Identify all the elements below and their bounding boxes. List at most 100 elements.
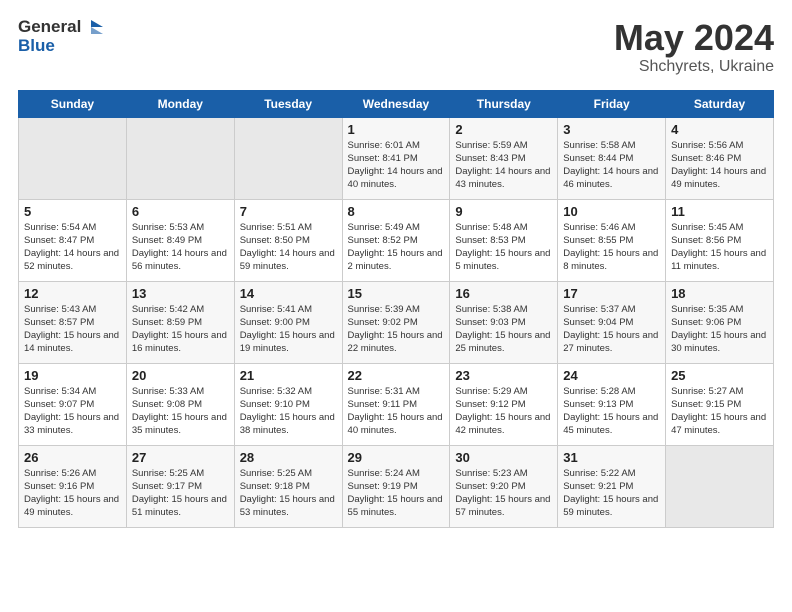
logo-bird-icon (83, 18, 103, 36)
header: General Blue May 2024 Shchyrets, Ukraine (18, 18, 774, 76)
day-info: Sunrise: 5:46 AMSunset: 8:55 PMDaylight:… (563, 221, 660, 274)
header-sunday: Sunday (19, 90, 127, 117)
day-info: Sunrise: 5:58 AMSunset: 8:44 PMDaylight:… (563, 139, 660, 192)
day-number: 3 (563, 122, 660, 137)
day-number: 25 (671, 368, 768, 383)
day-info: Sunrise: 5:32 AMSunset: 9:10 PMDaylight:… (240, 385, 337, 438)
day-info: Sunrise: 5:25 AMSunset: 9:18 PMDaylight:… (240, 467, 337, 520)
table-row: 31 Sunrise: 5:22 AMSunset: 9:21 PMDaylig… (558, 445, 666, 527)
day-number: 12 (24, 286, 121, 301)
day-number: 15 (348, 286, 445, 301)
day-number: 29 (348, 450, 445, 465)
title-block: May 2024 Shchyrets, Ukraine (614, 18, 774, 76)
day-number: 5 (24, 204, 121, 219)
day-info: Sunrise: 5:51 AMSunset: 8:50 PMDaylight:… (240, 221, 337, 274)
day-info: Sunrise: 5:59 AMSunset: 8:43 PMDaylight:… (455, 139, 552, 192)
day-info: Sunrise: 6:01 AMSunset: 8:41 PMDaylight:… (348, 139, 445, 192)
day-info: Sunrise: 5:39 AMSunset: 9:02 PMDaylight:… (348, 303, 445, 356)
day-number: 7 (240, 204, 337, 219)
day-info: Sunrise: 5:48 AMSunset: 8:53 PMDaylight:… (455, 221, 552, 274)
table-row: 6 Sunrise: 5:53 AMSunset: 8:49 PMDayligh… (126, 199, 234, 281)
day-info: Sunrise: 5:35 AMSunset: 9:06 PMDaylight:… (671, 303, 768, 356)
table-row: 12 Sunrise: 5:43 AMSunset: 8:57 PMDaylig… (19, 281, 127, 363)
day-number: 20 (132, 368, 229, 383)
page: General Blue May 2024 Shchyrets, Ukraine… (0, 0, 792, 538)
table-row (19, 117, 127, 199)
day-number: 11 (671, 204, 768, 219)
table-row: 8 Sunrise: 5:49 AMSunset: 8:52 PMDayligh… (342, 199, 450, 281)
header-wednesday: Wednesday (342, 90, 450, 117)
day-info: Sunrise: 5:38 AMSunset: 9:03 PMDaylight:… (455, 303, 552, 356)
day-info: Sunrise: 5:31 AMSunset: 9:11 PMDaylight:… (348, 385, 445, 438)
day-number: 17 (563, 286, 660, 301)
day-number: 6 (132, 204, 229, 219)
calendar-week-row: 12 Sunrise: 5:43 AMSunset: 8:57 PMDaylig… (19, 281, 774, 363)
table-row: 17 Sunrise: 5:37 AMSunset: 9:04 PMDaylig… (558, 281, 666, 363)
table-row (234, 117, 342, 199)
day-number: 27 (132, 450, 229, 465)
header-monday: Monday (126, 90, 234, 117)
table-row: 24 Sunrise: 5:28 AMSunset: 9:13 PMDaylig… (558, 363, 666, 445)
day-number: 30 (455, 450, 552, 465)
header-tuesday: Tuesday (234, 90, 342, 117)
day-info: Sunrise: 5:42 AMSunset: 8:59 PMDaylight:… (132, 303, 229, 356)
logo-blue: Blue (18, 37, 103, 56)
logo: General Blue (18, 18, 103, 55)
day-number: 14 (240, 286, 337, 301)
table-row (666, 445, 774, 527)
day-info: Sunrise: 5:24 AMSunset: 9:19 PMDaylight:… (348, 467, 445, 520)
table-row: 9 Sunrise: 5:48 AMSunset: 8:53 PMDayligh… (450, 199, 558, 281)
table-row: 29 Sunrise: 5:24 AMSunset: 9:19 PMDaylig… (342, 445, 450, 527)
day-number: 13 (132, 286, 229, 301)
day-info: Sunrise: 5:23 AMSunset: 9:20 PMDaylight:… (455, 467, 552, 520)
table-row: 10 Sunrise: 5:46 AMSunset: 8:55 PMDaylig… (558, 199, 666, 281)
day-number: 28 (240, 450, 337, 465)
table-row: 4 Sunrise: 5:56 AMSunset: 8:46 PMDayligh… (666, 117, 774, 199)
day-number: 26 (24, 450, 121, 465)
day-info: Sunrise: 5:29 AMSunset: 9:12 PMDaylight:… (455, 385, 552, 438)
day-number: 21 (240, 368, 337, 383)
day-number: 23 (455, 368, 552, 383)
day-number: 4 (671, 122, 768, 137)
day-number: 24 (563, 368, 660, 383)
day-info: Sunrise: 5:22 AMSunset: 9:21 PMDaylight:… (563, 467, 660, 520)
table-row: 28 Sunrise: 5:25 AMSunset: 9:18 PMDaylig… (234, 445, 342, 527)
day-number: 22 (348, 368, 445, 383)
day-number: 1 (348, 122, 445, 137)
day-number: 9 (455, 204, 552, 219)
calendar-week-row: 1 Sunrise: 6:01 AMSunset: 8:41 PMDayligh… (19, 117, 774, 199)
table-row: 20 Sunrise: 5:33 AMSunset: 9:08 PMDaylig… (126, 363, 234, 445)
day-number: 10 (563, 204, 660, 219)
month-year: May 2024 (614, 18, 774, 58)
header-saturday: Saturday (666, 90, 774, 117)
calendar-week-row: 19 Sunrise: 5:34 AMSunset: 9:07 PMDaylig… (19, 363, 774, 445)
table-row: 21 Sunrise: 5:32 AMSunset: 9:10 PMDaylig… (234, 363, 342, 445)
table-row: 7 Sunrise: 5:51 AMSunset: 8:50 PMDayligh… (234, 199, 342, 281)
table-row: 1 Sunrise: 6:01 AMSunset: 8:41 PMDayligh… (342, 117, 450, 199)
table-row: 15 Sunrise: 5:39 AMSunset: 9:02 PMDaylig… (342, 281, 450, 363)
day-info: Sunrise: 5:37 AMSunset: 9:04 PMDaylight:… (563, 303, 660, 356)
day-number: 2 (455, 122, 552, 137)
day-info: Sunrise: 5:43 AMSunset: 8:57 PMDaylight:… (24, 303, 121, 356)
table-row: 2 Sunrise: 5:59 AMSunset: 8:43 PMDayligh… (450, 117, 558, 199)
table-row: 27 Sunrise: 5:25 AMSunset: 9:17 PMDaylig… (126, 445, 234, 527)
logo-general: General (18, 18, 81, 37)
table-row: 13 Sunrise: 5:42 AMSunset: 8:59 PMDaylig… (126, 281, 234, 363)
header-thursday: Thursday (450, 90, 558, 117)
day-number: 19 (24, 368, 121, 383)
header-friday: Friday (558, 90, 666, 117)
day-info: Sunrise: 5:26 AMSunset: 9:16 PMDaylight:… (24, 467, 121, 520)
day-info: Sunrise: 5:34 AMSunset: 9:07 PMDaylight:… (24, 385, 121, 438)
table-row (126, 117, 234, 199)
calendar-week-row: 5 Sunrise: 5:54 AMSunset: 8:47 PMDayligh… (19, 199, 774, 281)
day-info: Sunrise: 5:28 AMSunset: 9:13 PMDaylight:… (563, 385, 660, 438)
day-number: 8 (348, 204, 445, 219)
table-row: 16 Sunrise: 5:38 AMSunset: 9:03 PMDaylig… (450, 281, 558, 363)
table-row: 18 Sunrise: 5:35 AMSunset: 9:06 PMDaylig… (666, 281, 774, 363)
day-number: 18 (671, 286, 768, 301)
table-row: 23 Sunrise: 5:29 AMSunset: 9:12 PMDaylig… (450, 363, 558, 445)
table-row: 5 Sunrise: 5:54 AMSunset: 8:47 PMDayligh… (19, 199, 127, 281)
table-row: 26 Sunrise: 5:26 AMSunset: 9:16 PMDaylig… (19, 445, 127, 527)
day-number: 16 (455, 286, 552, 301)
calendar-week-row: 26 Sunrise: 5:26 AMSunset: 9:16 PMDaylig… (19, 445, 774, 527)
